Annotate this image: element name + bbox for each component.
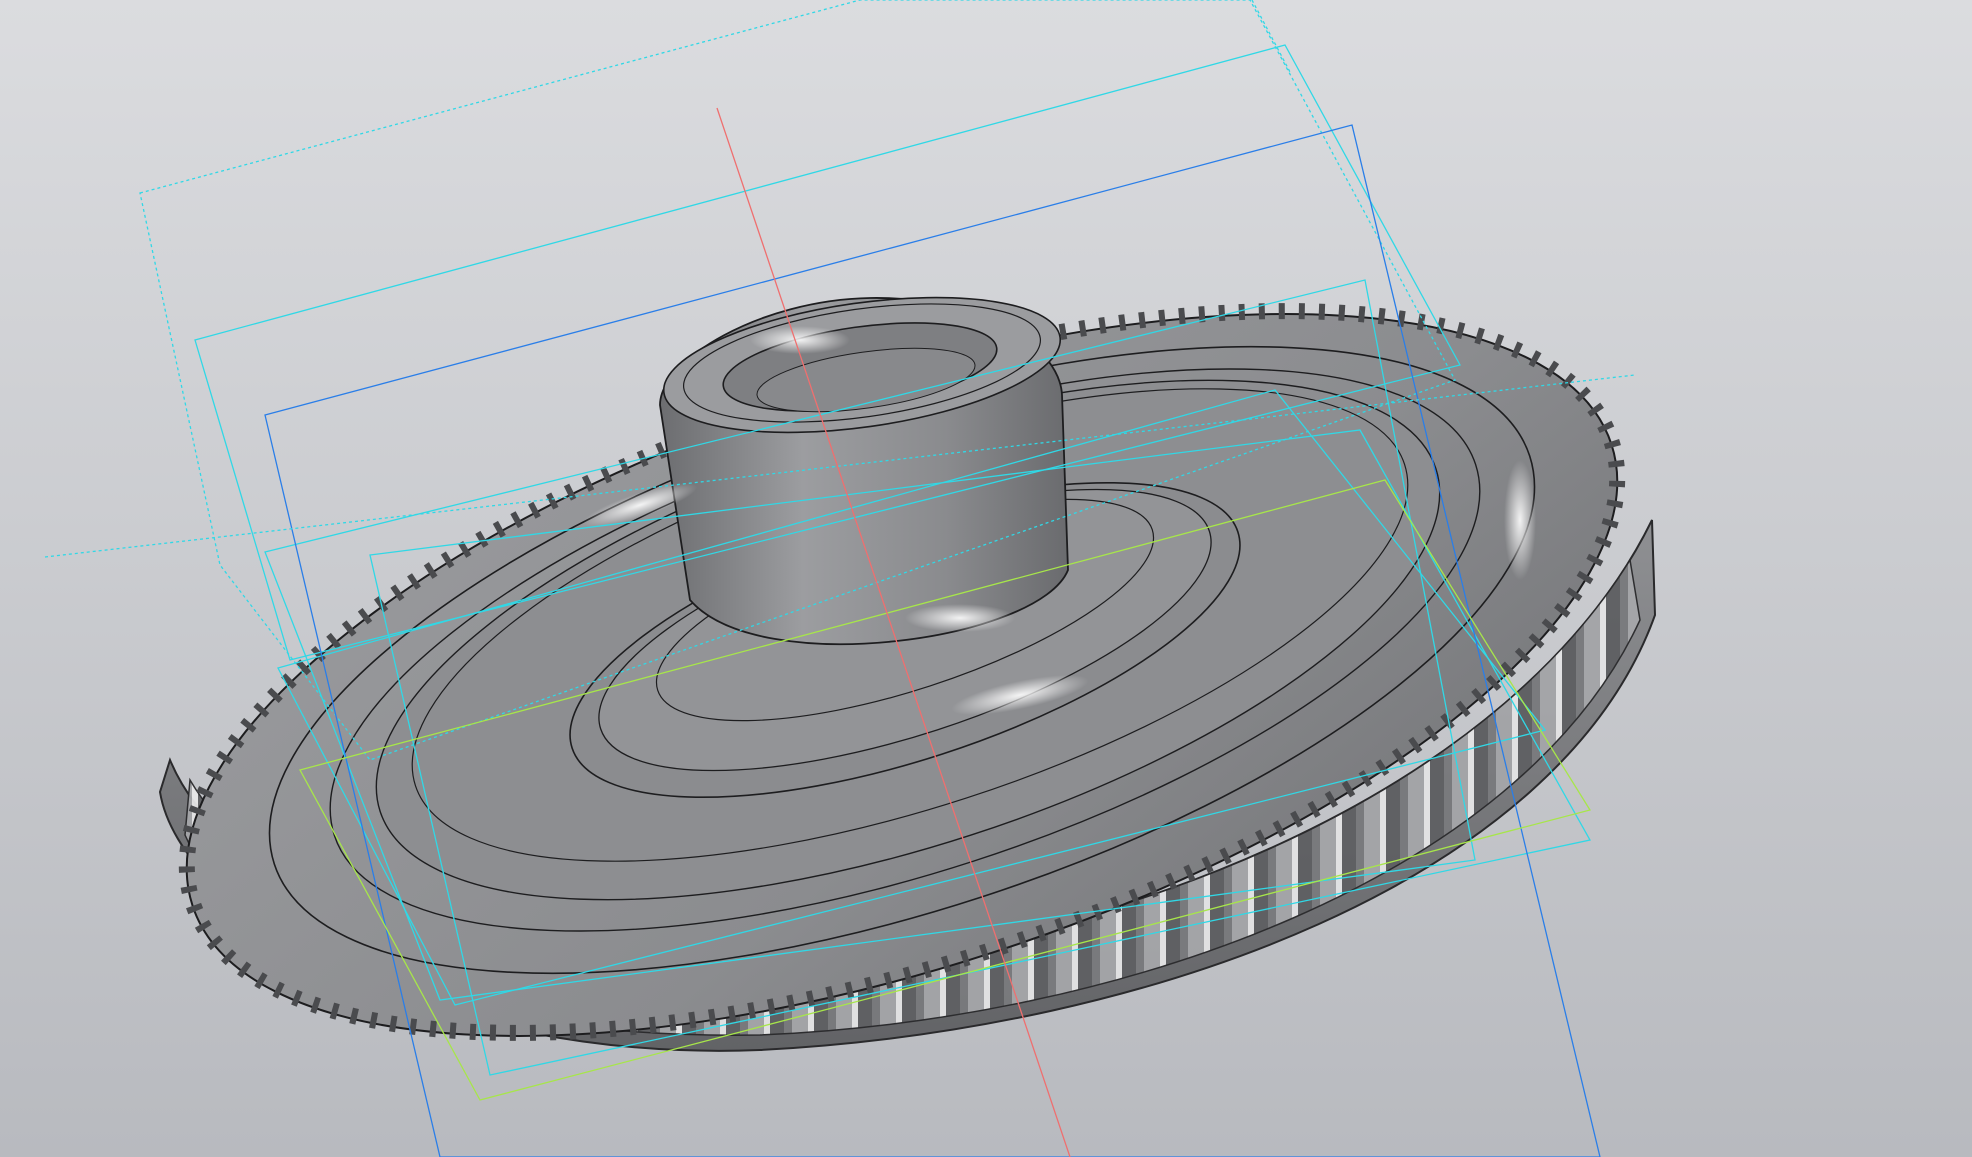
rim-highlight — [1504, 460, 1536, 580]
shoulder-highlight — [905, 604, 1015, 632]
model-scene[interactable] — [0, 0, 1972, 1157]
hub-highlight — [750, 326, 850, 354]
3d-viewport[interactable] — [0, 0, 1972, 1157]
